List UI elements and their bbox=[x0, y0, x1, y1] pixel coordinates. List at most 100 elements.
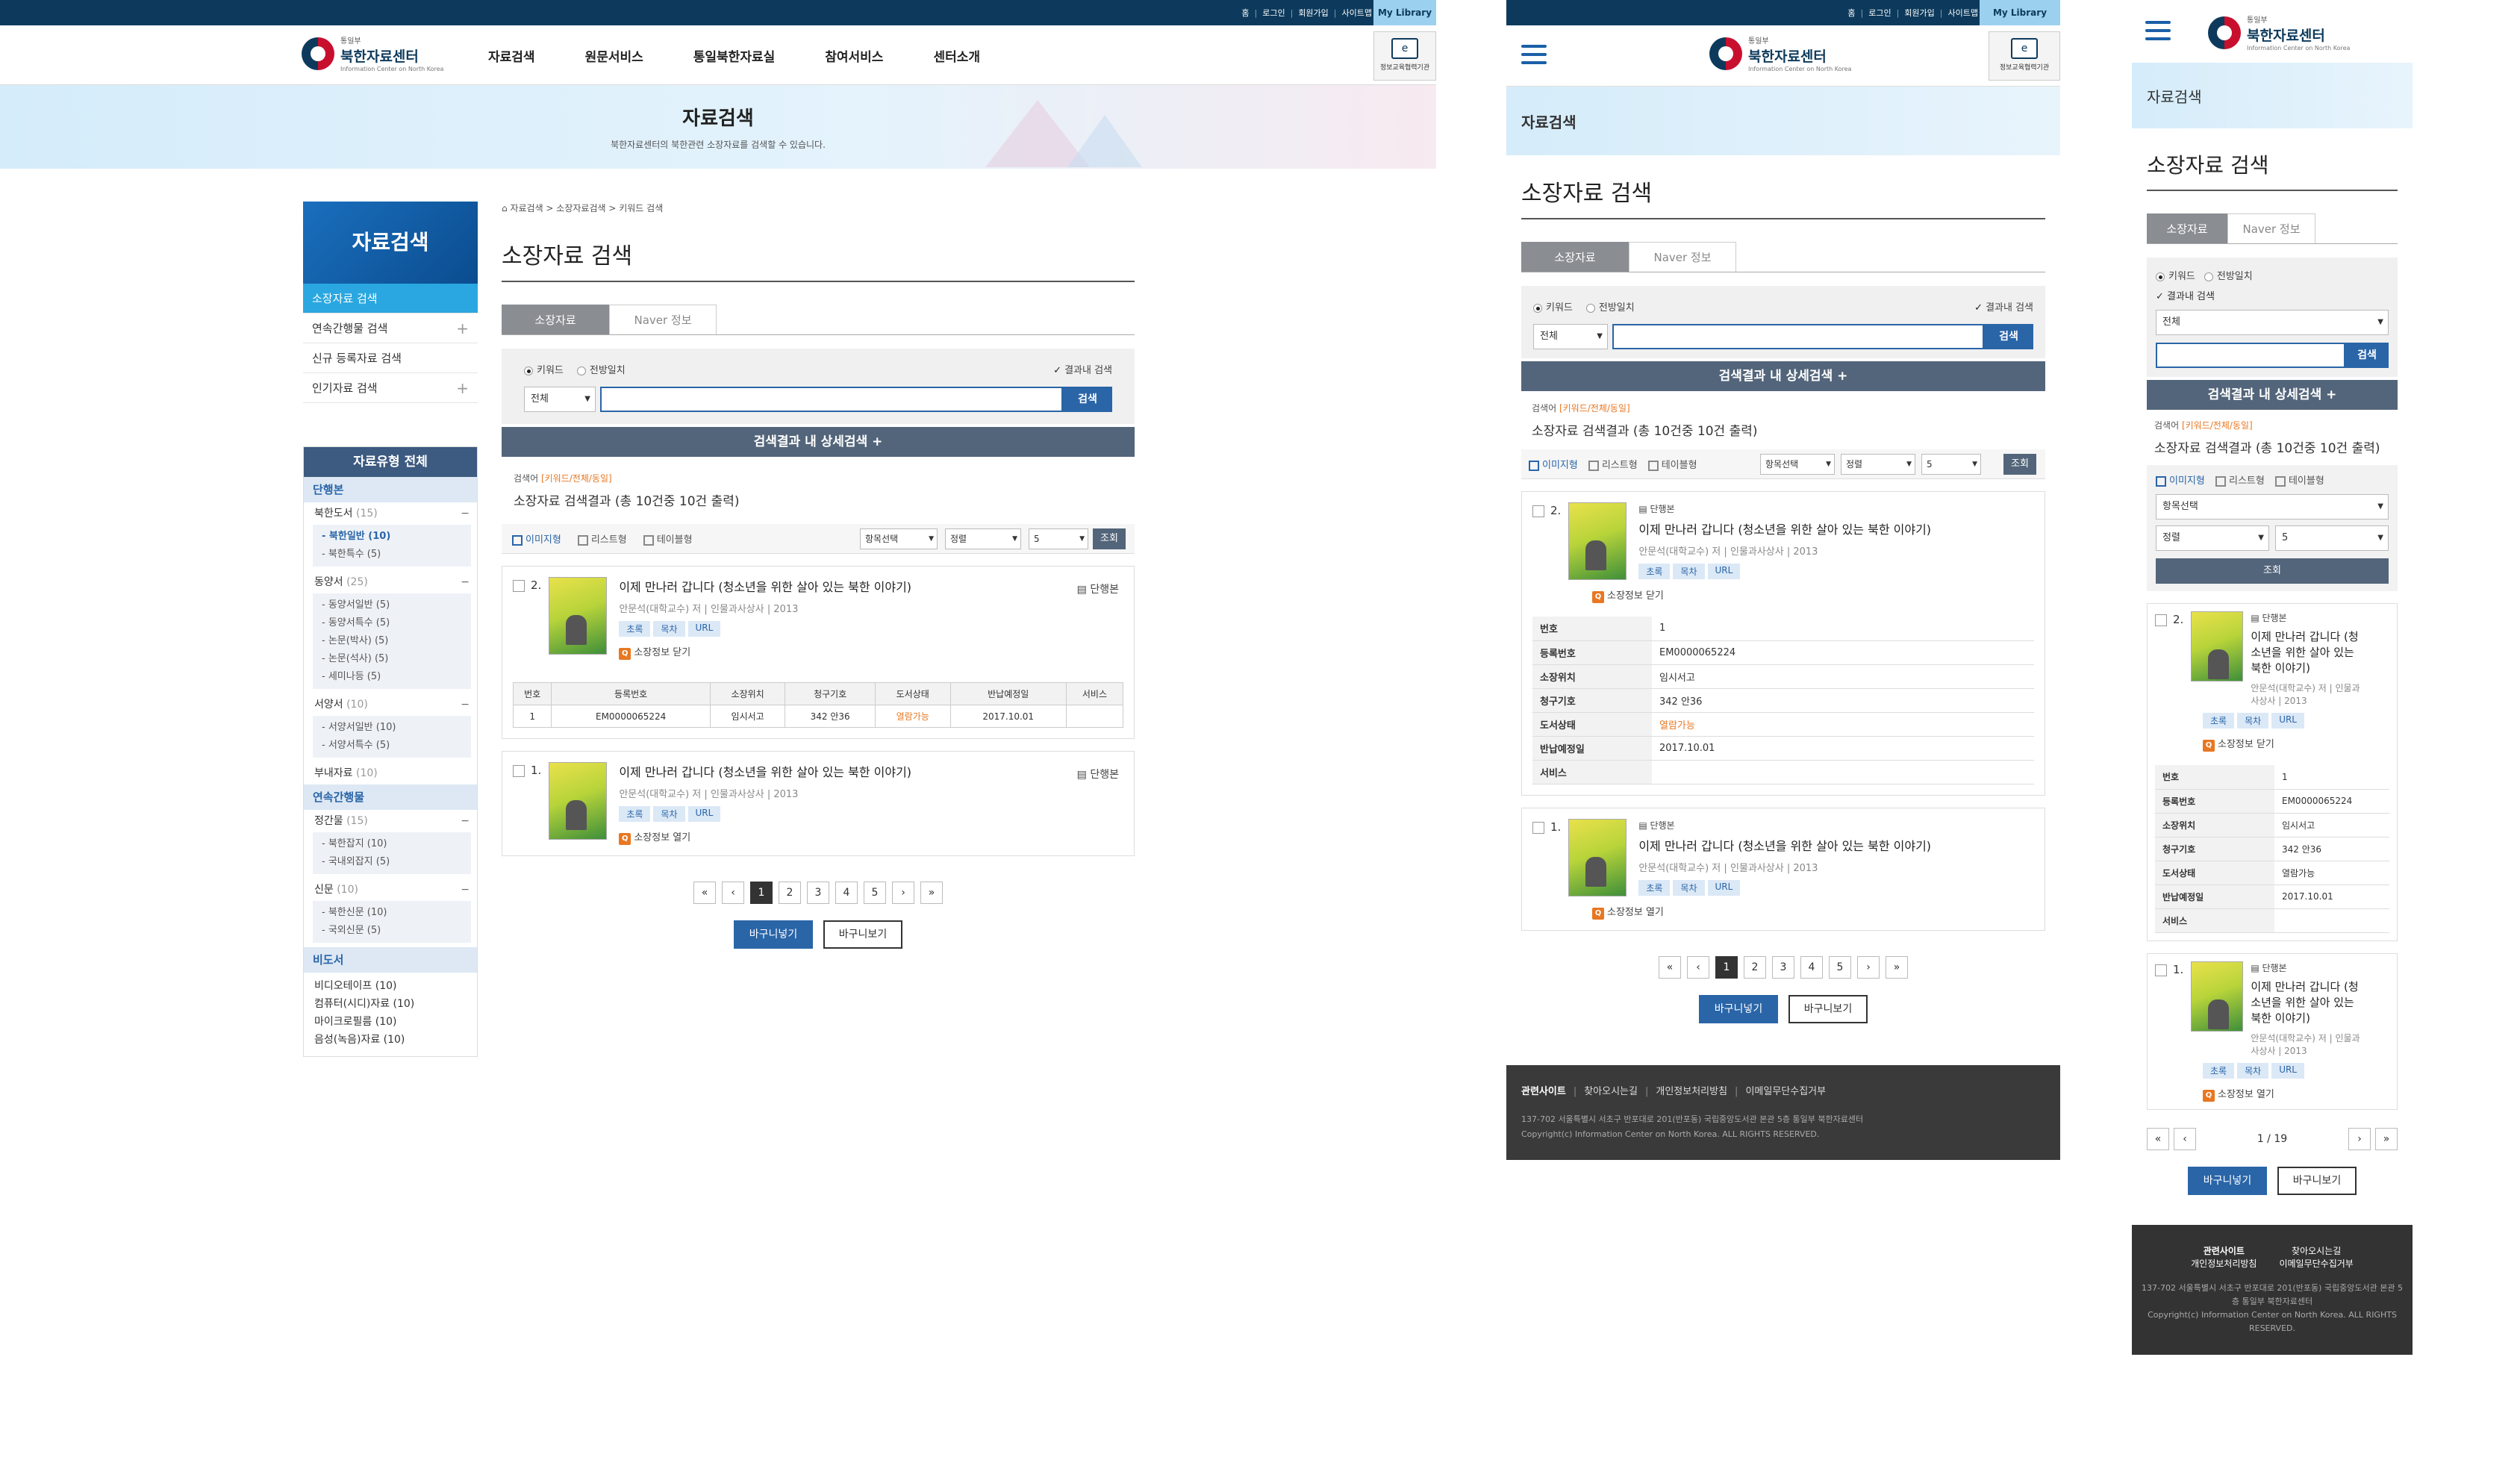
book-cover[interactable] bbox=[549, 762, 608, 840]
url-tag[interactable]: URL bbox=[687, 621, 721, 637]
gnb-item[interactable]: 원문서비스 bbox=[585, 46, 670, 65]
view-apply-button[interactable]: 조회 bbox=[1093, 528, 1126, 549]
next-page[interactable]: › bbox=[892, 882, 914, 904]
type-sub[interactable]: - 동양서특수 (5) bbox=[313, 614, 471, 632]
book-cover[interactable] bbox=[2191, 611, 2244, 681]
type-group[interactable]: 음성(녹음)자료 (10) bbox=[304, 1031, 477, 1049]
site-logo[interactable]: 통일부 북한자료센터 Information Center on North Kor… bbox=[1709, 34, 1851, 72]
count-select[interactable]: 5 bbox=[2275, 525, 2389, 551]
field-select[interactable]: 항목선택 bbox=[1760, 454, 1835, 475]
type-group[interactable]: 부내자료 (10) bbox=[304, 762, 477, 784]
item-checkbox[interactable] bbox=[2155, 964, 2167, 976]
item-title[interactable]: 이제 만나러 갑니다 (청소년을 위한 살아 있는 북한 이야기) bbox=[2251, 979, 2362, 1026]
field-select[interactable]: 전체 bbox=[2156, 310, 2389, 335]
holding-toggle[interactable]: Q 소장정보 열기 bbox=[1592, 904, 2034, 920]
item-title[interactable]: 이제 만나러 갑니다 (청소년을 위한 살아 있는 북한 이야기) bbox=[619, 577, 911, 595]
abstract-tag[interactable]: 초록 bbox=[619, 621, 651, 637]
type-group[interactable]: 신문 (10) − bbox=[304, 879, 477, 901]
holding-toggle[interactable]: Q 소장정보 닫기 bbox=[2203, 736, 2389, 752]
home-link[interactable]: 홈 bbox=[1241, 7, 1249, 19]
page-number[interactable]: 4 bbox=[835, 882, 858, 904]
radio-keyword[interactable]: 키워드 bbox=[524, 362, 564, 376]
field-select[interactable]: 전체 bbox=[524, 387, 596, 412]
view-list[interactable]: 리스트형 bbox=[577, 531, 627, 546]
lnb-item-serial-search[interactable]: 연속간행물 검색 + bbox=[303, 314, 478, 343]
lnb-item-popular-search[interactable]: 인기자료 검색 + bbox=[303, 373, 478, 403]
holding-toggle[interactable]: Q 소장정보 열기 bbox=[2203, 1086, 2389, 1102]
type-sub[interactable]: - 논문(석사) (5) bbox=[313, 650, 471, 668]
my-library-button[interactable]: My Library bbox=[1980, 0, 2060, 25]
advanced-search-toggle[interactable]: 검색결과 내 상세검색 + bbox=[1521, 361, 2045, 391]
within-results-checkbox[interactable]: ✓ 결과내 검색 bbox=[2156, 288, 2389, 302]
type-group[interactable]: 동양서 (25) − bbox=[304, 571, 477, 593]
type-group[interactable]: 마이크로필름 (10) bbox=[304, 1013, 477, 1031]
view-image[interactable]: 이미지형 bbox=[1529, 457, 1578, 471]
search-input[interactable] bbox=[600, 387, 1063, 412]
page-number[interactable]: 5 bbox=[864, 882, 886, 904]
cart-add-button[interactable]: 바구니넣기 bbox=[734, 920, 813, 949]
type-sub[interactable]: - 서양서특수 (5) bbox=[313, 737, 471, 755]
radio-keyword[interactable]: 키워드 bbox=[2156, 268, 2195, 282]
cart-view-button[interactable]: 바구니보기 bbox=[823, 920, 902, 949]
gnb-item[interactable]: 자료검색 bbox=[488, 46, 562, 65]
advanced-search-toggle[interactable]: 검색결과 내 상세검색 + bbox=[502, 427, 1135, 457]
page-number[interactable]: 3 bbox=[807, 882, 829, 904]
sort-select[interactable]: 정렬 bbox=[2156, 525, 2269, 551]
search-button[interactable]: 검색 bbox=[2345, 343, 2389, 368]
item-checkbox[interactable] bbox=[2155, 614, 2167, 626]
cart-view-button[interactable]: 바구니보기 bbox=[2277, 1166, 2357, 1195]
tab-collection[interactable]: 소장자료 bbox=[1521, 242, 1629, 272]
book-cover[interactable] bbox=[1568, 502, 1627, 580]
item-title[interactable]: 이제 만나러 갑니다 (청소년을 위한 살아 있는 북한 이야기) bbox=[2251, 628, 2362, 676]
holding-toggle[interactable]: Q 소장정보 열기 bbox=[619, 829, 911, 845]
type-sub[interactable]: - 국내외잡지 (5) bbox=[313, 853, 471, 871]
last-page[interactable]: » bbox=[920, 882, 943, 904]
menu-icon[interactable] bbox=[1521, 45, 1547, 64]
gnb-item[interactable]: 센터소개 bbox=[933, 46, 1007, 65]
edu-partner-badge[interactable]: e 정보교육협력기관 bbox=[1989, 31, 2060, 81]
sort-select[interactable]: 정렬 bbox=[945, 528, 1021, 549]
within-results-checkbox[interactable]: ✓ 결과내 검색 bbox=[1974, 299, 2033, 314]
view-image[interactable]: 이미지형 bbox=[512, 531, 561, 546]
menu-icon[interactable] bbox=[2145, 21, 2171, 40]
type-sub[interactable]: - 논문(박사) (5) bbox=[313, 632, 471, 650]
page-number[interactable]: 2 bbox=[779, 882, 801, 904]
gnb-item[interactable]: 통일북한자료실 bbox=[693, 46, 802, 65]
radio-prefix[interactable]: 전방일치 bbox=[1585, 299, 1635, 314]
sitemap-link[interactable]: 사이트맵 bbox=[1342, 7, 1372, 19]
field-select[interactable]: 전체 bbox=[1533, 324, 1608, 349]
type-sub[interactable]: - 세미나등 (5) bbox=[313, 668, 471, 686]
type-group[interactable]: 서양서 (10) − bbox=[304, 693, 477, 716]
count-select[interactable]: 5 bbox=[1921, 454, 1981, 475]
type-sub[interactable]: - 북한잡지 (10) bbox=[313, 835, 471, 853]
item-checkbox[interactable] bbox=[1532, 821, 1544, 834]
first-page[interactable]: « bbox=[693, 882, 716, 904]
view-apply-button[interactable]: 조회 bbox=[2003, 454, 2036, 475]
search-button[interactable]: 검색 bbox=[1063, 387, 1112, 412]
tab-naver[interactable]: Naver 정보 bbox=[1629, 242, 1736, 272]
cart-view-button[interactable]: 바구니보기 bbox=[1788, 994, 1868, 1023]
my-library-button[interactable]: My Library bbox=[1373, 0, 1436, 25]
type-group[interactable]: 북한도서 (15) − bbox=[304, 502, 477, 525]
edu-partner-badge[interactable]: e 정보교육협력기관 bbox=[1373, 31, 1436, 81]
tab-naver[interactable]: Naver 정보 bbox=[609, 305, 717, 334]
home-icon[interactable]: ⌂ bbox=[502, 203, 508, 213]
gnb-item[interactable]: 참여서비스 bbox=[825, 46, 910, 65]
login-link[interactable]: 로그인 bbox=[1262, 7, 1285, 19]
tab-collection[interactable]: 소장자료 bbox=[502, 305, 609, 334]
site-logo[interactable]: 통일부 북한자료센터 Information Center on North Kor… bbox=[302, 34, 443, 72]
type-group[interactable]: 비디오테이프 (10) bbox=[304, 977, 477, 995]
field-select[interactable]: 항목선택 bbox=[860, 528, 938, 549]
item-checkbox[interactable] bbox=[513, 580, 525, 592]
holding-toggle[interactable]: Q 소장정보 닫기 bbox=[619, 644, 911, 660]
search-button[interactable]: 검색 bbox=[1984, 324, 2033, 349]
site-logo[interactable]: 통일부 북한자료센터 Information Center on North Kor… bbox=[2208, 13, 2350, 52]
view-image[interactable]: 이미지형 bbox=[2156, 475, 2205, 487]
item-checkbox[interactable] bbox=[513, 765, 525, 777]
view-table[interactable]: 테이블형 bbox=[1647, 457, 1697, 471]
toc-tag[interactable]: 목차 bbox=[653, 806, 685, 822]
view-table[interactable]: 테이블형 bbox=[643, 531, 693, 546]
sort-select[interactable]: 정렬 bbox=[1841, 454, 1915, 475]
url-tag[interactable]: URL bbox=[687, 806, 721, 822]
type-sub[interactable]: - 북한신문 (10) bbox=[313, 904, 471, 922]
